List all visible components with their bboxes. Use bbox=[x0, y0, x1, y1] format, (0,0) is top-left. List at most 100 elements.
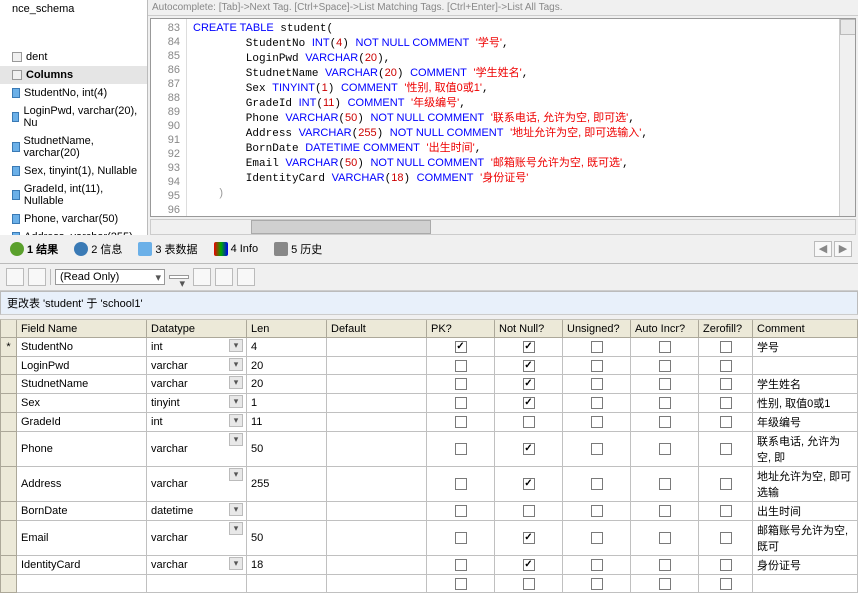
columns-grid[interactable]: Field Name Datatype Len Default PK? Not … bbox=[0, 319, 858, 593]
hdr-autoincr[interactable]: Auto Incr? bbox=[631, 320, 699, 338]
checkbox-autoincr[interactable] bbox=[659, 443, 671, 455]
table-row[interactable]: StudnetNamevarchar20学生姓名 bbox=[1, 375, 858, 394]
cell-datatype[interactable]: int bbox=[147, 413, 247, 432]
cell-fieldname[interactable]: GradeId bbox=[17, 413, 147, 432]
hdr-len[interactable]: Len bbox=[247, 320, 327, 338]
cell-datatype[interactable]: varchar bbox=[147, 467, 247, 502]
cell-len[interactable]: 20 bbox=[247, 357, 327, 375]
cell-comment[interactable] bbox=[753, 575, 858, 593]
cell-zerofill[interactable] bbox=[699, 502, 753, 521]
cell-autoincr[interactable] bbox=[631, 575, 699, 593]
checkbox-zerofill[interactable] bbox=[720, 578, 732, 590]
cell-autoincr[interactable] bbox=[631, 413, 699, 432]
checkbox-autoincr[interactable] bbox=[659, 378, 671, 390]
tab-result[interactable]: 1 结果 bbox=[6, 239, 62, 259]
checkbox-notnull[interactable] bbox=[523, 532, 535, 544]
scroll-up-icon[interactable] bbox=[840, 19, 856, 35]
checkbox-notnull[interactable] bbox=[523, 505, 535, 517]
cell-comment[interactable]: 身份证号 bbox=[753, 556, 858, 575]
cell-zerofill[interactable] bbox=[699, 432, 753, 467]
tree-node-schema[interactable]: nce_schema bbox=[0, 0, 147, 18]
hdr-comment[interactable]: Comment bbox=[753, 320, 858, 338]
cell-pk[interactable] bbox=[427, 394, 495, 413]
cell-default[interactable] bbox=[327, 394, 427, 413]
table-row[interactable]: IdentityCardvarchar18身份证号 bbox=[1, 556, 858, 575]
checkbox-autoincr[interactable] bbox=[659, 397, 671, 409]
readonly-combo[interactable]: (Read Only) bbox=[55, 269, 165, 285]
checkbox-zerofill[interactable] bbox=[720, 378, 732, 390]
cell-pk[interactable] bbox=[427, 502, 495, 521]
checkbox-autoincr[interactable] bbox=[659, 578, 671, 590]
cell-unsigned[interactable] bbox=[563, 502, 631, 521]
col-LoginPwd[interactable]: LoginPwd, varchar(20), Nu bbox=[0, 102, 147, 132]
hdr-datatype[interactable]: Datatype bbox=[147, 320, 247, 338]
cell-datatype[interactable]: varchar bbox=[147, 556, 247, 575]
checkbox-unsigned[interactable] bbox=[591, 397, 603, 409]
editor-vscroll[interactable] bbox=[839, 19, 855, 216]
col-GradeId[interactable]: GradeId, int(11), Nullable bbox=[0, 180, 147, 210]
cell-len[interactable]: 50 bbox=[247, 521, 327, 556]
table-row[interactable]: Emailvarchar50 邮箱账号允许为空, 既可 bbox=[1, 521, 858, 556]
cell-default[interactable] bbox=[327, 521, 427, 556]
refresh-button[interactable] bbox=[215, 268, 233, 286]
col-StudentNo[interactable]: StudentNo, int(4) bbox=[0, 84, 147, 102]
hdr-unsigned[interactable]: Unsigned? bbox=[563, 320, 631, 338]
checkbox-unsigned[interactable] bbox=[591, 378, 603, 390]
cell-zerofill[interactable] bbox=[699, 467, 753, 502]
cell-datatype[interactable]: varchar bbox=[147, 357, 247, 375]
cell-unsigned[interactable] bbox=[563, 556, 631, 575]
checkbox-zerofill[interactable] bbox=[720, 478, 732, 490]
checkbox-pk[interactable] bbox=[455, 478, 467, 490]
cell-comment[interactable]: 性别, 取值0或1 bbox=[753, 394, 858, 413]
grid-button[interactable] bbox=[28, 268, 46, 286]
cell-fieldname[interactable]: LoginPwd bbox=[17, 357, 147, 375]
cell-zerofill[interactable] bbox=[699, 521, 753, 556]
checkbox-notnull[interactable] bbox=[523, 397, 535, 409]
checkbox-pk[interactable] bbox=[455, 397, 467, 409]
cell-unsigned[interactable] bbox=[563, 575, 631, 593]
cell-default[interactable] bbox=[327, 556, 427, 575]
checkbox-autoincr[interactable] bbox=[659, 559, 671, 571]
cell-notnull[interactable] bbox=[495, 556, 563, 575]
cell-default[interactable] bbox=[327, 432, 427, 467]
cell-autoincr[interactable] bbox=[631, 467, 699, 502]
checkbox-pk[interactable] bbox=[455, 559, 467, 571]
checkbox-zerofill[interactable] bbox=[720, 397, 732, 409]
sql-editor[interactable]: CREATE TABLE student( StudentNo INT(4) N… bbox=[187, 19, 839, 216]
checkbox-pk[interactable] bbox=[455, 578, 467, 590]
table-row[interactable]: GradeIdint11年级编号 bbox=[1, 413, 858, 432]
checkbox-zerofill[interactable] bbox=[720, 559, 732, 571]
cell-default[interactable] bbox=[327, 375, 427, 394]
cell-autoincr[interactable] bbox=[631, 432, 699, 467]
cell-zerofill[interactable] bbox=[699, 338, 753, 357]
cell-notnull[interactable] bbox=[495, 432, 563, 467]
cell-zerofill[interactable] bbox=[699, 357, 753, 375]
table-row[interactable]: Sextinyint1性别, 取值0或1 bbox=[1, 394, 858, 413]
cell-zerofill[interactable] bbox=[699, 556, 753, 575]
cell-default[interactable] bbox=[327, 467, 427, 502]
cell-comment[interactable]: 邮箱账号允许为空, 既可 bbox=[753, 521, 858, 556]
cell-len[interactable]: 4 bbox=[247, 338, 327, 357]
hdr-zerofill[interactable]: Zerofill? bbox=[699, 320, 753, 338]
checkbox-zerofill[interactable] bbox=[720, 443, 732, 455]
checkbox-notnull[interactable] bbox=[523, 360, 535, 372]
cell-datatype[interactable]: varchar bbox=[147, 521, 247, 556]
checkbox-notnull[interactable] bbox=[523, 341, 535, 353]
cell-datatype[interactable]: tinyint bbox=[147, 394, 247, 413]
page-next-button[interactable]: ▶ bbox=[834, 241, 852, 257]
checkbox-autoincr[interactable] bbox=[659, 505, 671, 517]
cell-notnull[interactable] bbox=[495, 521, 563, 556]
checkbox-pk[interactable] bbox=[455, 443, 467, 455]
checkbox-autoincr[interactable] bbox=[659, 360, 671, 372]
col-Sex[interactable]: Sex, tinyint(1), Nullable bbox=[0, 162, 147, 180]
cell-zerofill[interactable] bbox=[699, 575, 753, 593]
cell-len[interactable] bbox=[247, 502, 327, 521]
checkbox-notnull[interactable] bbox=[523, 378, 535, 390]
cell-datatype[interactable]: varchar bbox=[147, 375, 247, 394]
cell-unsigned[interactable] bbox=[563, 357, 631, 375]
cell-default[interactable] bbox=[327, 575, 427, 593]
cell-fieldname[interactable]: Email bbox=[17, 521, 147, 556]
cell-comment[interactable]: 出生时间 bbox=[753, 502, 858, 521]
cell-unsigned[interactable] bbox=[563, 413, 631, 432]
checkbox-zerofill[interactable] bbox=[720, 505, 732, 517]
